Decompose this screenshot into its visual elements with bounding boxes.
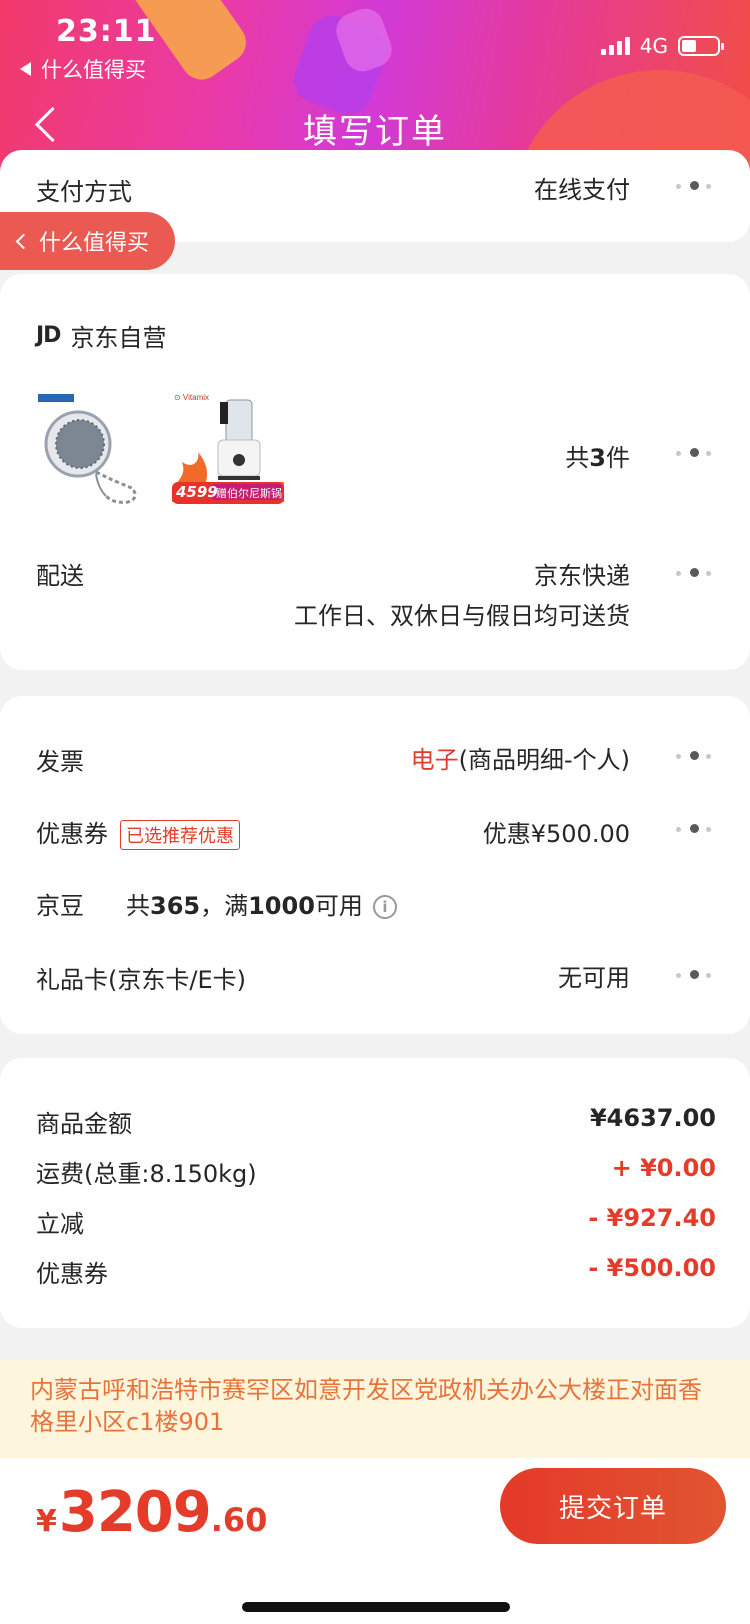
product-price-badge: 4599	[176, 483, 218, 501]
giftcard-label: 礼品卡(京东卡/E卡)	[36, 966, 246, 994]
jingdou-threshold: 1000	[248, 892, 315, 920]
jd-logo: JD	[36, 323, 61, 348]
total-currency: ¥	[36, 1504, 57, 1539]
more-icon[interactable]	[676, 970, 716, 980]
more-icon[interactable]	[676, 181, 716, 191]
delivery-label: 配送	[36, 562, 84, 590]
back-triangle-icon	[20, 62, 31, 76]
invoice-label: 发票	[36, 748, 84, 776]
jingdou-info-mid: ，满	[200, 892, 249, 920]
jingdou-count: 365	[150, 892, 201, 920]
battery-icon	[678, 36, 724, 56]
invoice-value[interactable]: 电子(商品明细-个人)	[411, 740, 630, 775]
status-back-label: 什么值得买	[41, 58, 146, 82]
home-indicator[interactable]	[242, 1602, 510, 1612]
more-icon[interactable]	[676, 448, 716, 458]
shop-header: JD 京东自营	[36, 318, 166, 353]
status-back-to-app[interactable]: 什么值得买	[20, 54, 146, 84]
item-count-number: 3	[589, 444, 606, 472]
jingdou-info-suffix: 可用	[314, 892, 363, 920]
page-title: 填写订单	[303, 112, 447, 152]
summary-shipping-value: + ¥0.00	[611, 1154, 716, 1182]
invoice-type: 电子	[410, 746, 459, 774]
signal-icon	[600, 37, 630, 55]
payment-label: 支付方式	[36, 178, 132, 206]
shop-name: 京东自营	[70, 324, 167, 352]
svg-text:⊙ Vitamix: ⊙ Vitamix	[174, 393, 209, 402]
jingdou-info-prefix: 共	[126, 892, 150, 920]
more-icon[interactable]	[676, 751, 716, 761]
summary-coupon-label: 优惠券	[36, 1260, 108, 1288]
coupon-label: 优惠券	[36, 820, 108, 848]
more-icon[interactable]	[676, 824, 716, 834]
delivery-schedule: 工作日、双休日与假日均可送货	[294, 602, 630, 630]
delivery-method[interactable]: 京东快递	[534, 556, 630, 591]
jingdou-label: 京豆	[36, 892, 84, 920]
status-indicators: 4G	[600, 34, 724, 58]
invoice-detail: (商品明细-个人)	[458, 746, 630, 774]
more-icon[interactable]	[676, 568, 716, 578]
product-image-blender[interactable]: ⊙ Vitamix 4599 赠伯尔尼斯锅具	[168, 390, 298, 516]
summary-goods-label: 商品金额	[36, 1110, 132, 1138]
giftcard-value[interactable]: 无可用	[558, 958, 630, 993]
floating-back-label: 什么值得买	[39, 231, 150, 256]
item-count[interactable]: 共3件	[565, 438, 630, 473]
summary-coupon-value: - ¥500.00	[588, 1254, 716, 1282]
info-icon[interactable]: i	[372, 895, 397, 919]
floating-back-button[interactable]: 什么值得买	[0, 212, 175, 270]
coupon-tag: 已选推荐优惠	[120, 820, 240, 850]
status-time: 23:11	[56, 14, 157, 49]
coupon-row: 优惠券 已选推荐优惠	[36, 814, 240, 850]
item-count-prefix: 共	[565, 444, 590, 472]
total-decimal: .60	[210, 1501, 268, 1539]
submit-order-button[interactable]: 提交订单	[500, 1468, 726, 1544]
payment-value[interactable]: 在线支付	[534, 170, 630, 205]
product-promo-badge: 赠伯尔尼斯锅具	[216, 487, 282, 516]
summary-discount-label: 立减	[36, 1210, 84, 1238]
summary-discount-value: - ¥927.40	[588, 1204, 716, 1232]
total-price: ¥ 3209 .60	[36, 1480, 267, 1545]
summary-goods-value: ¥4637.00	[589, 1104, 716, 1132]
network-type: 4G	[639, 34, 668, 58]
address-bar[interactable]: 内蒙古呼和浩特市赛罕区如意开发区党政机关办公大楼正对面香格里小区c1楼901	[0, 1360, 750, 1458]
jingdou-row: 京豆 共365，满1000可用 i	[36, 886, 397, 921]
chevron-left-icon	[15, 233, 32, 249]
price-summary-card	[0, 1058, 750, 1328]
total-integer: 3209	[58, 1480, 212, 1545]
summary-shipping-label: 运费(总重:8.150kg)	[36, 1160, 257, 1188]
coupon-value[interactable]: 优惠¥500.00	[483, 814, 630, 849]
item-count-suffix: 件	[606, 444, 630, 472]
bottom-bar: ¥ 3209 .60 提交订单	[0, 1458, 750, 1624]
product-image-tea-infuser[interactable]	[36, 392, 156, 512]
